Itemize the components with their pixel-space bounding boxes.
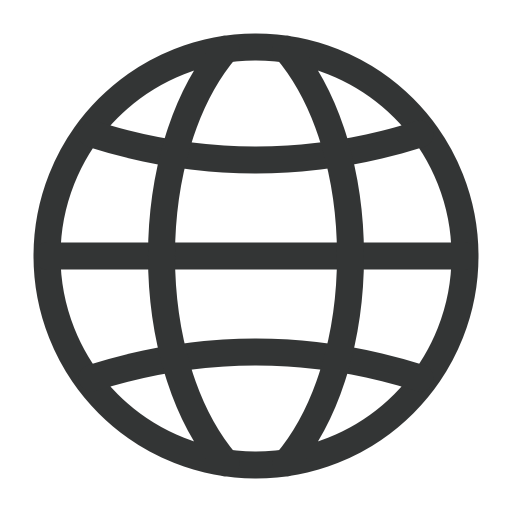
upper-latitude <box>78 120 434 174</box>
globe-icon <box>33 33 479 479</box>
lower-latitude <box>78 338 434 392</box>
globe-strokes <box>33 33 479 479</box>
icon-canvas <box>0 0 512 512</box>
